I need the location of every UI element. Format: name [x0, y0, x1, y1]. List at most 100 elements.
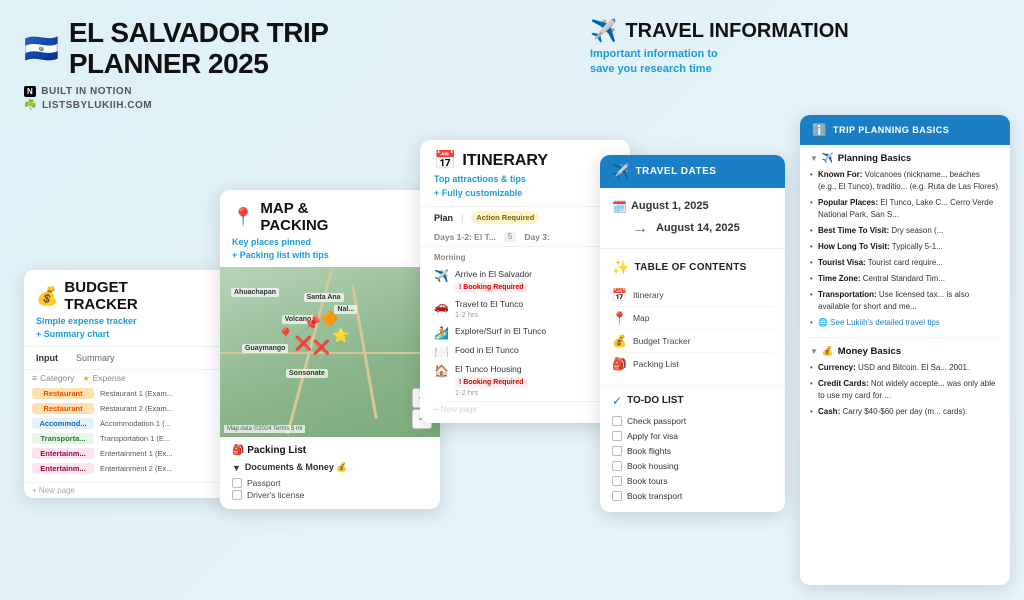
travel-info-title-row: ✈️ TRAVEL INFORMATION: [590, 18, 1000, 44]
city-label-sonsonate: Sonsonate: [286, 369, 328, 378]
budget-title-row: 💰 BUDGET TRACKER: [36, 280, 222, 313]
housing-icon: 🏠: [434, 365, 449, 377]
main-title-line2: PLANNER 2025: [69, 49, 329, 80]
toc-item-itinerary[interactable]: 📅 Itinerary: [612, 284, 773, 307]
expand-icon-planning[interactable]: ▼: [810, 154, 818, 163]
checkbox-passport[interactable]: [232, 478, 242, 488]
morning-label: Morning: [434, 253, 616, 262]
date-end: August 14, 2025: [656, 220, 740, 238]
list-item: Entertainm... Entertainment 2 (Ex...: [32, 461, 226, 476]
planning-item-known-for: Known For: Volcanoes (nickname... beache…: [810, 169, 1000, 193]
itinerary-title: ITINERARY: [462, 152, 548, 170]
map-pin-x2: ❌: [312, 339, 329, 356]
header-section: 🇸🇻 EL SALVADOR TRIP PLANNER 2025 N BUILT…: [24, 18, 364, 111]
arrive-icon: ✈️: [434, 270, 449, 282]
expand-icon-money[interactable]: ▼: [810, 347, 818, 356]
toc-section: ✨ TABLE OF CONTENTS 📅 Itinerary 📍 Map 💰 …: [600, 248, 785, 385]
checkbox-flights[interactable]: [612, 446, 622, 456]
todo-item-passport: Check passport: [612, 414, 773, 429]
budget-title-line2: TRACKER: [64, 297, 137, 314]
map-pin-blue: 📌: [304, 315, 321, 332]
planning-item-tips-link[interactable]: 🌐 See Lukiih's detailed travel tips: [810, 317, 1000, 329]
itinerary-new-page[interactable]: + New page: [434, 401, 616, 417]
list-item: Restaurant Restaurant 2 (Exam...: [32, 401, 226, 416]
flag-emoji: 🇸🇻: [24, 35, 59, 63]
category-badge: Restaurant: [32, 403, 94, 414]
todo-item-tours: Book tours: [612, 474, 773, 489]
budget-header: 💰 BUDGET TRACKER Simple expense tracker …: [24, 270, 234, 346]
itinerary-item-travel: 🚗 Travel to El Tunco 1-2 hrs: [434, 296, 616, 323]
nav-plan[interactable]: Plan: [434, 213, 453, 223]
category-icon: ≡: [32, 373, 37, 383]
list-item: Restaurant Restaurant 1 (Exam...: [32, 386, 226, 401]
subtitle-row: N BUILT IN NOTION ☘️ LISTSBYLUKIIH.COM: [24, 86, 364, 111]
budget-rows: Restaurant Restaurant 1 (Exam... Restaur…: [24, 386, 234, 482]
list-item: Transporta... Transportation 1 (E...: [32, 431, 226, 446]
planning-item-cash: Cash: Carry $40-$60 per day (m... cards)…: [810, 406, 1000, 418]
checkbox-passport-todo[interactable]: [612, 416, 622, 426]
surf-text: Explore/Surf in El Tunco: [455, 326, 616, 337]
main-title-block: EL SALVADOR TRIP PLANNER 2025: [69, 18, 329, 80]
todo-check-icon: ✓: [612, 394, 622, 408]
travel-dates-title: TRAVEL DATES: [635, 166, 716, 177]
main-container: 🇸🇻 EL SALVADOR TRIP PLANNER 2025 N BUILT…: [0, 0, 1024, 600]
checkbox-visa[interactable]: [612, 431, 622, 441]
triangle-expand-icon[interactable]: ▼: [232, 463, 241, 473]
toc-item-packing[interactable]: 🎒 Packing List: [612, 353, 773, 375]
budget-tab-summary[interactable]: Summary: [72, 351, 119, 365]
toc-item-map[interactable]: 📍 Map: [612, 307, 773, 330]
header-title-row: 🇸🇻 EL SALVADOR TRIP PLANNER 2025: [24, 18, 364, 80]
category-badge: Transporta...: [32, 433, 94, 444]
category-badge: Accommod...: [32, 418, 94, 429]
checkbox-tours[interactable]: [612, 476, 622, 486]
budget-subtitle: Simple expense tracker + Summary chart: [36, 315, 222, 340]
map-title-block: MAP & PACKING: [260, 200, 328, 234]
planning-item-how-long: How Long To Visit: Typically 5-1...: [810, 241, 1000, 253]
planning-section-label: Planning Basics: [838, 153, 911, 164]
packing-item-passport: Passport: [232, 477, 428, 489]
budget-expense: Restaurant 2 (Exam...: [100, 404, 226, 413]
packing-list-title: 🎒 Packing List: [232, 445, 428, 456]
map-background: Ahuachapan Santa Ana Volcano Guaymango S…: [220, 267, 440, 437]
itinerary-title-row: 📅 ITINERARY: [434, 150, 616, 171]
toc-item-budget[interactable]: 💰 Budget Tracker: [612, 330, 773, 353]
travel-label: Travel to El Tunco: [455, 299, 616, 310]
itinerary-nav: Plan | Action Required: [420, 206, 630, 228]
checkbox-housing-todo[interactable]: [612, 461, 622, 471]
budget-new-page[interactable]: + New page: [24, 482, 234, 498]
packing-category: ▼ Documents & Money 💰: [232, 462, 428, 473]
planning-item-currency: Currency: USD and Bitcoin. El Sa... 2001…: [810, 362, 1000, 374]
budget-tabs: Input Summary: [24, 346, 234, 370]
clover-icon: ☘️: [24, 100, 37, 111]
budget-col-category: ≡ Category: [32, 373, 74, 383]
budget-table-header: ≡ Category ★ Expense: [24, 370, 234, 386]
booking-required-icon-2: !: [459, 379, 461, 386]
planning-item-popular: Popular Places: El Tunco, Lake C... Cerr…: [810, 197, 1000, 221]
map-pin-orange: 🔶: [321, 310, 338, 327]
itinerary-item-arrive: ✈️ Arrive in El Salvador !Booking Requir…: [434, 266, 616, 296]
map-pin-emoji: 📍: [232, 207, 254, 228]
packing-category-label: Documents & Money 💰: [245, 462, 348, 473]
surf-icon: 🏄: [434, 327, 449, 339]
checkbox-license[interactable]: [232, 490, 242, 500]
toc-header: ✨ TABLE OF CONTENTS: [612, 259, 773, 276]
todo-header: ✓ TO-DO LIST: [612, 394, 773, 408]
map-image-area[interactable]: Ahuachapan Santa Ana Volcano Guaymango S…: [220, 267, 440, 437]
itinerary-item-surf: 🏄 Explore/Surf in El Tunco: [434, 323, 616, 342]
info-icon: ℹ️: [812, 123, 827, 137]
day-col-1: Days 1-2: El T...: [434, 232, 496, 242]
planning-airplane-icon: ✈️: [822, 153, 834, 164]
star-icon: ★: [82, 374, 89, 383]
todo-item-flights: Book flights: [612, 444, 773, 459]
travel-dates-body: 🗓️ August 1, 2025 → August 14, 2025: [600, 188, 785, 248]
action-required-badge[interactable]: Action Required: [471, 211, 539, 224]
surf-label: Explore/Surf in El Tunco: [455, 326, 616, 337]
money-section-title: ▼ 💰 Money Basics: [810, 346, 1000, 357]
checkbox-transport[interactable]: [612, 491, 622, 501]
todo-item-label: Book flights: [627, 446, 671, 456]
arrive-label: Arrive in El Salvador: [455, 269, 616, 280]
budget-expense: Entertainment 1 (Ex...: [100, 449, 226, 458]
budget-expense: Transportation 1 (E...: [100, 434, 226, 443]
planning-basics-body: ▼ ✈️ Planning Basics Known For: Volcanoe…: [800, 145, 1010, 430]
budget-tab-input[interactable]: Input: [32, 351, 62, 365]
